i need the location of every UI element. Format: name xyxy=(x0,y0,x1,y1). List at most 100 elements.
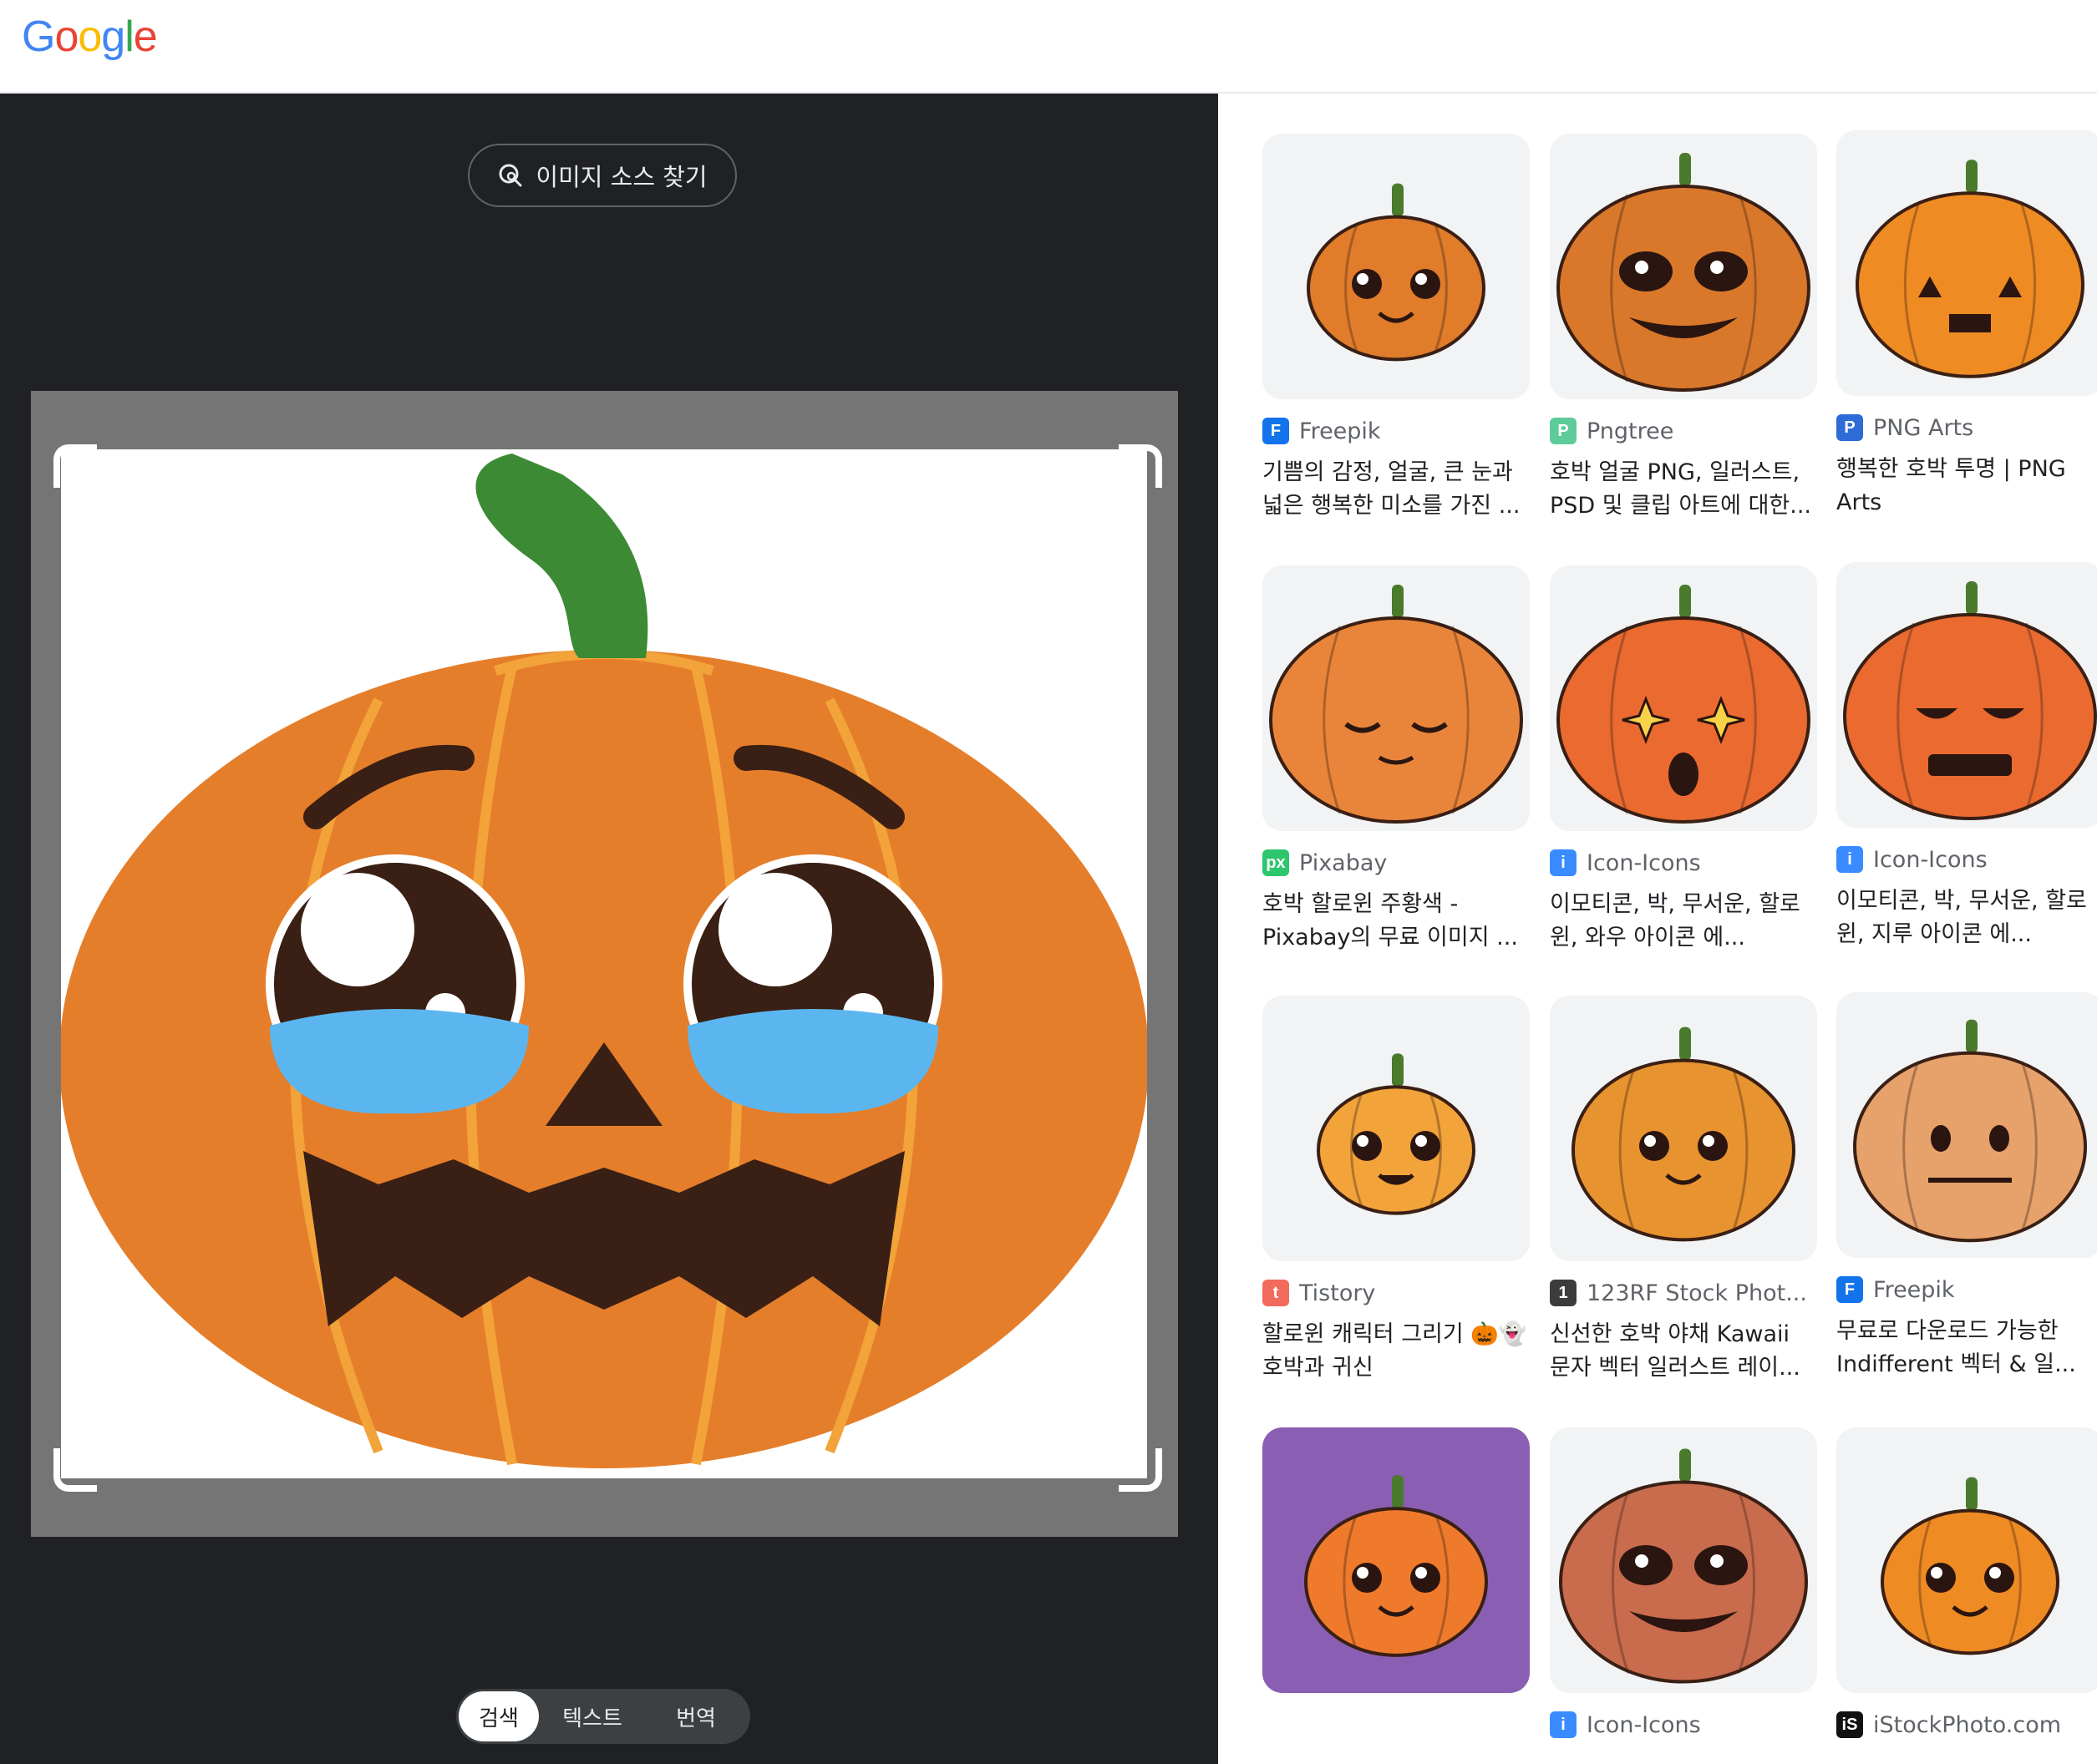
result-title-line: 호박과 귀신 xyxy=(1262,1355,1373,1381)
source-name: Icon-Icons xyxy=(1587,849,1701,876)
source-favicon-icon: F xyxy=(1836,1276,1863,1303)
source-favicon-icon: iS xyxy=(1836,1711,1863,1738)
source-favicon-icon: 1 xyxy=(1550,1280,1577,1306)
source-favicon-icon: i xyxy=(1550,1711,1577,1738)
result-title[interactable]: 호박 얼굴 PNG, 일러스트, PSD 및 클립 아트에 대한... xyxy=(1550,456,1817,523)
result-title[interactable]: 신선한 호박 야채 Kawaii 문자 벡터 일러스트 레이... xyxy=(1550,1318,1817,1385)
result-source[interactable]: P PNG Arts xyxy=(1836,414,2097,441)
source-name: PNG Arts xyxy=(1873,414,1974,441)
find-image-source-button[interactable]: 이미지 소스 찾기 xyxy=(468,144,737,207)
result-title-line: 무료로 다운로드 가능한 xyxy=(1836,1318,2059,1344)
result-source[interactable]: P Pngtree xyxy=(1550,418,1817,444)
top-bar: Google xyxy=(0,0,2097,94)
result-title[interactable]: 이모티콘, 박, 무서운, 할로윈, 와우 아이콘 에... xyxy=(1550,888,1817,955)
result-card[interactable]: px Pixabay 호박 할로윈 주황색 - Pixabay의 무료 이미지 ... xyxy=(1262,565,1530,955)
crop-handle-bottom-right[interactable] xyxy=(1119,1448,1162,1492)
result-thumbnail[interactable] xyxy=(1836,1427,2097,1693)
source-name: Freepik xyxy=(1299,418,1381,444)
google-logo[interactable]: Google xyxy=(22,12,158,62)
result-title-line: 이모티콘, 박, 무서운, 할로 xyxy=(1550,891,1800,917)
result-card[interactable]: P PNG Arts 행복한 호박 투명 | PNG Arts xyxy=(1836,130,2097,520)
source-name: 123RF Stock Phot... xyxy=(1587,1280,1807,1306)
result-title-line: 호박 할로윈 주황색 - xyxy=(1262,891,1459,917)
source-favicon-icon: F xyxy=(1262,418,1289,444)
result-title-line: 신선한 호박 야채 Kawaii xyxy=(1550,1321,1790,1347)
tab-translate[interactable]: 번역 xyxy=(646,1691,746,1741)
source-favicon-icon: px xyxy=(1262,849,1289,876)
source-name: Pixabay xyxy=(1299,849,1388,876)
source-name: Freepik xyxy=(1873,1276,1955,1303)
result-thumbnail[interactable] xyxy=(1836,562,2097,828)
result-card[interactable]: iS iStockPhoto.com xyxy=(1836,1427,2097,1738)
lens-search-icon xyxy=(499,164,522,187)
result-source[interactable]: 1 123RF Stock Phot... xyxy=(1550,1280,1817,1306)
result-thumbnail[interactable] xyxy=(1550,565,1817,831)
result-title[interactable]: 행복한 호박 투명 | PNG Arts xyxy=(1836,453,2097,520)
result-card[interactable]: t Tistory 할로윈 캐릭터 그리기 🎃👻 호박과 귀신 xyxy=(1262,996,1530,1385)
result-card[interactable]: F Freepik 기쁨의 감정, 얼굴, 큰 눈과넓은 행복한 미소를 가진 ..… xyxy=(1262,134,1530,523)
source-favicon-icon: P xyxy=(1836,414,1863,441)
crop-handle-bottom-left[interactable] xyxy=(53,1448,97,1492)
result-title-line: Pixabay의 무료 이미지 ... xyxy=(1262,925,1518,950)
result-title[interactable]: 기쁨의 감정, 얼굴, 큰 눈과넓은 행복한 미소를 가진 ... xyxy=(1262,456,1530,523)
result-thumbnail[interactable] xyxy=(1550,1427,1817,1693)
result-source[interactable]: t Tistory xyxy=(1262,1280,1530,1306)
result-card[interactable]: i Icon-Icons 이모티콘, 박, 무서운, 할로윈, 와우 아이콘 에..… xyxy=(1550,565,1817,955)
result-title[interactable]: 할로윈 캐릭터 그리기 🎃👻 호박과 귀신 xyxy=(1262,1318,1530,1385)
logo-letter: o xyxy=(78,13,102,61)
source-favicon-icon: P xyxy=(1550,418,1577,444)
result-title-line: 윈, 와우 아이콘 에... xyxy=(1550,925,1745,950)
result-source[interactable]: iS iStockPhoto.com xyxy=(1836,1711,2097,1738)
result-title-line: 윈, 지루 아이콘 에... xyxy=(1836,921,2032,947)
logo-letter: g xyxy=(101,13,125,61)
result-thumbnail[interactable] xyxy=(1836,130,2097,396)
result-source[interactable]: px Pixabay xyxy=(1262,849,1530,876)
source-name: iStockPhoto.com xyxy=(1873,1711,2062,1738)
result-thumbnail[interactable] xyxy=(1262,1427,1530,1693)
result-title-line: 이모티콘, 박, 무서운, 할로 xyxy=(1836,888,2087,914)
query-image xyxy=(61,449,1147,1478)
result-card[interactable]: i Icon-Icons xyxy=(1550,1427,1817,1738)
result-thumbnail[interactable] xyxy=(1262,565,1530,831)
source-favicon-icon: i xyxy=(1550,849,1577,876)
logo-letter: l xyxy=(124,13,135,61)
result-source[interactable]: F Freepik xyxy=(1262,418,1530,444)
result-title-line: 넓은 행복한 미소를 가진 ... xyxy=(1262,493,1521,519)
result-source[interactable]: F Freepik xyxy=(1836,1276,2097,1303)
result-source[interactable]: i Icon-Icons xyxy=(1836,846,2097,873)
logo-letter: e xyxy=(133,13,158,61)
result-title-line: 기쁨의 감정, 얼굴, 큰 눈과 xyxy=(1262,459,1513,485)
tab-text[interactable]: 텍스트 xyxy=(539,1691,646,1741)
result-thumbnail[interactable] xyxy=(1262,134,1530,399)
result-title-line: Indifferent 벡터 & 일... xyxy=(1836,1351,2076,1377)
result-title[interactable]: 이모티콘, 박, 무서운, 할로윈, 지루 아이콘 에... xyxy=(1836,885,2097,951)
image-viewer-panel: 이미지 소스 찾기 검색 텍스트 번역 xyxy=(0,94,1218,1764)
result-title-line: 행복한 호박 투명 | PNG xyxy=(1836,456,2066,482)
tab-search[interactable]: 검색 xyxy=(459,1691,539,1741)
result-thumbnail[interactable] xyxy=(1262,996,1530,1261)
result-title[interactable]: 무료로 다운로드 가능한 Indifferent 벡터 & 일... xyxy=(1836,1315,2097,1381)
visual-matches-panel: F Freepik 기쁨의 감정, 얼굴, 큰 눈과넓은 행복한 미소를 가진 ..… xyxy=(1218,94,2097,1764)
logo-letter: o xyxy=(54,13,79,61)
result-title[interactable]: 호박 할로윈 주황색 - Pixabay의 무료 이미지 ... xyxy=(1262,888,1530,955)
mode-tabs: 검색 텍스트 번역 xyxy=(456,1689,750,1744)
source-favicon-icon: i xyxy=(1836,846,1863,873)
crop-area[interactable] xyxy=(31,391,1178,1537)
result-source[interactable]: i Icon-Icons xyxy=(1550,1711,1817,1738)
result-card[interactable] xyxy=(1262,1427,1530,1693)
find-image-source-label: 이미지 소스 찾기 xyxy=(536,163,708,191)
result-card[interactable]: 1 123RF Stock Phot... 신선한 호박 야채 Kawaii 문자 벡… xyxy=(1550,996,1817,1385)
result-title-line: Arts xyxy=(1836,489,1882,515)
source-name: Icon-Icons xyxy=(1873,846,1988,873)
result-card[interactable]: F Freepik 무료로 다운로드 가능한 Indifferent 벡터 & 일..… xyxy=(1836,992,2097,1381)
result-title-line: PSD 및 클립 아트에 대한... xyxy=(1550,493,1812,519)
crop-handle-top-left[interactable] xyxy=(53,444,97,488)
result-thumbnail[interactable] xyxy=(1836,992,2097,1258)
crop-handle-top-right[interactable] xyxy=(1119,444,1162,488)
result-thumbnail[interactable] xyxy=(1550,134,1817,399)
result-thumbnail[interactable] xyxy=(1550,996,1817,1261)
result-card[interactable]: P Pngtree 호박 얼굴 PNG, 일러스트, PSD 및 클립 아트에 대한.… xyxy=(1550,134,1817,523)
result-card[interactable]: i Icon-Icons 이모티콘, 박, 무서운, 할로윈, 지루 아이콘 에..… xyxy=(1836,562,2097,951)
result-title-line: 문자 벡터 일러스트 레이... xyxy=(1550,1355,1800,1381)
result-source[interactable]: i Icon-Icons xyxy=(1550,849,1817,876)
